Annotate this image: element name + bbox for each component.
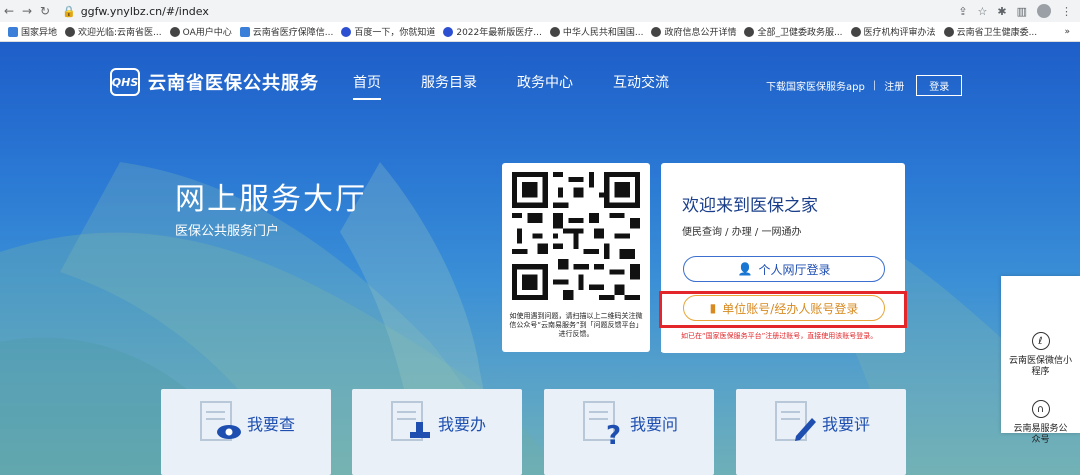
bookmark[interactable]: 云南省卫生健康委... [943,25,1037,38]
header-separator: | [872,80,877,91]
bookmark[interactable]: 国家异地 [8,25,57,38]
main-nav: 首页 服务目录 政务中心 互动交流 [353,72,669,100]
tile-query-label: 我要查 [247,415,296,434]
globe-icon [65,26,76,37]
login-warning-box: 如已在“国家医保服务平台”注册过账号，直接使用该账号登录。 [661,328,905,352]
profile-avatar[interactable] [1037,4,1051,18]
globe-icon [549,26,560,37]
login-button[interactable]: 登录 [916,75,963,96]
qr-card: 如使用遇到问题，请扫描以上二维码关注微信公众号“云南易服务”到「问题反馈平台」进… [502,163,650,352]
globe-icon [169,26,180,37]
globe-icon [744,26,755,37]
mini-program-icon: ℓ [1031,332,1050,350]
tile-handle[interactable]: 我要办 [352,389,522,475]
mini-program-link[interactable]: ℓ 云南医保微信小程序 [1001,332,1080,378]
hero-subtitle: 医保公共服务门户 [175,224,280,239]
tile-handle-label: 我要办 [438,415,487,434]
hero-section: QHS 云南省医保公共服务 首页 服务目录 政务中心 互动交流 下载国家医保服务… [0,42,1080,475]
nav-home[interactable]: 首页 [353,72,381,100]
welcome-subtitle: 便民查询 / 办理 / 一网通办 [682,227,802,238]
welcome-title: 欢迎来到医保之家 [682,196,818,216]
nav-government-center[interactable]: 政务中心 [517,72,573,100]
extensions-icon[interactable]: ✱ [997,5,1006,18]
globe-icon [850,26,861,37]
sidebar-icon[interactable]: ▥ [1017,5,1027,18]
back-icon[interactable]: ← [0,4,18,18]
mini-program-label: 云南医保微信小程序 [1009,356,1073,377]
baidu-icon [443,26,454,37]
official-account-label: 云南易服务公众号 [1013,424,1068,445]
bookmark-icon [239,26,250,37]
header-actions: 下载国家医保服务app | 注册 登录 [766,75,963,96]
personal-login-label: 个人网厅登录 [758,262,831,277]
tile-ask-label: 我要问 [630,415,679,434]
share-icon[interactable]: ⇪ [958,5,967,18]
forward-icon[interactable]: → [18,4,36,18]
reload-icon[interactable]: ↻ [36,4,54,18]
menu-icon[interactable]: ⋮ [1061,5,1072,18]
tile-rate-label: 我要评 [822,415,871,434]
bookmark[interactable]: 全部_卫健委政务服... [744,25,843,38]
globe-icon [651,26,662,37]
bookmark[interactable]: OA用户中心 [169,25,232,38]
download-app-link[interactable]: 下载国家医保服务app [766,78,865,93]
bookmark[interactable]: 欢迎光临:云南省医... [65,25,162,38]
page-root: ← → ↻ 🔒 ggfw.ynylbz.cn/#/index ⇪ ☆ ✱ ▥ ⋮… [0,0,1080,475]
document-pen-icon [775,401,816,441]
address-bar[interactable]: 🔒 ggfw.ynylbz.cn/#/index [62,5,209,18]
baidu-icon [341,26,352,37]
qr-code-icon [512,172,640,300]
login-warning: 如已在“国家医保服务平台”注册过账号，直接使用该账号登录。 [681,332,878,340]
register-link[interactable]: 注册 [884,78,904,93]
tile-ask[interactable]: ? 我要问 [544,389,714,475]
official-account-link[interactable]: ∩ 云南易服务公众号 [1001,400,1080,446]
bookmark[interactable]: 政府信息公开详情 [651,25,736,38]
nav-service-catalog[interactable]: 服务目录 [421,72,477,100]
url-text: ggfw.ynylbz.cn/#/index [80,4,209,18]
bookmark[interactable]: 医疗机构评审办法 [850,25,936,38]
qr-feedback-note: 如使用遇到问题，请扫描以上二维码关注微信公众号“云南易服务”到「问题反馈平台」进… [509,312,643,338]
bookmark-icon [8,26,18,37]
bookmark[interactable]: 2022年最新版医疗... [443,25,542,38]
person-icon: 👤 [737,262,753,276]
side-panel: ℓ 云南医保微信小程序 ∩ 云南易服务公众号 [1001,276,1080,445]
bookmark[interactable]: 百度一下，你就知道 [341,25,435,38]
document-eye-icon [200,401,241,441]
svg-text:?: ? [606,421,621,446]
bookmarks-bar: 国家异地 欢迎光临:云南省医... OA用户中心 云南省医疗保障信... 百度一… [0,22,1080,42]
tile-rate[interactable]: 我要评 [736,389,906,475]
site-logo[interactable]: QHS 云南省医保公共服务 [110,68,319,96]
tile-query[interactable]: 我要查 [161,389,331,475]
browser-actions: ⇪ ☆ ✱ ▥ ⋮ [958,4,1080,18]
browser-toolbar: ← → ↻ 🔒 ggfw.ynylbz.cn/#/index ⇪ ☆ ✱ ▥ ⋮ [0,0,1080,22]
personal-login-button[interactable]: 👤 个人网厅登录 [683,256,885,282]
site-name: 云南省医保公共服务 [148,73,319,94]
headset-icon: ∩ [1031,400,1050,418]
hero-title: 网上服务大厅 [175,182,367,217]
bookmark[interactable]: 中华人民共和国国... [549,25,643,38]
bookmarks-overflow-button[interactable]: » [1064,27,1080,37]
bookmark[interactable]: 云南省医疗保障信... [239,25,333,38]
star-icon[interactable]: ☆ [978,5,988,18]
lock-icon: 🔒 [62,4,76,18]
globe-icon [943,26,954,37]
document-question-icon: ? [583,401,621,446]
nav-interaction[interactable]: 互动交流 [613,72,669,100]
highlight-box [659,291,907,328]
document-stamp-icon [391,401,430,441]
logo-badge: QHS [110,68,140,96]
